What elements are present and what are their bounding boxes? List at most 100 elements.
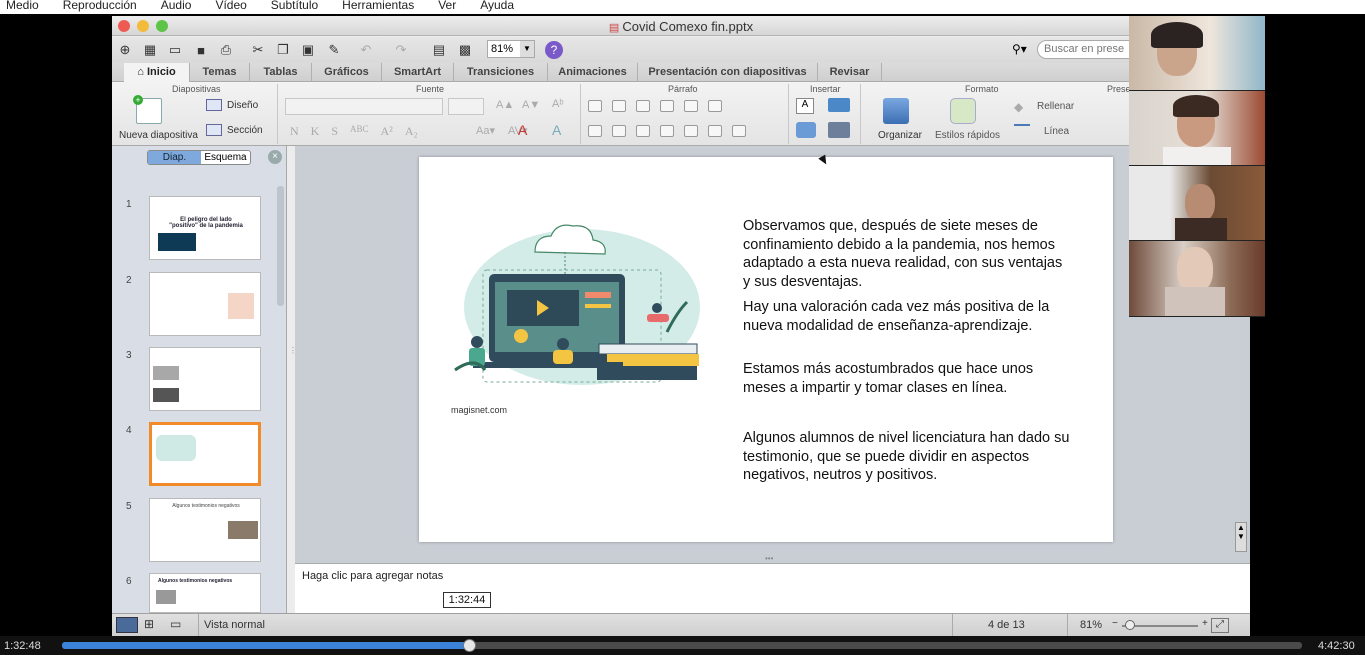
sidebar-icon[interactable]: ▤: [430, 41, 448, 59]
subscript-button[interactable]: A₂: [405, 124, 418, 139]
notes-pane[interactable]: Haga clic para agregar notas: [295, 563, 1250, 613]
participant-video-1[interactable]: [1129, 16, 1265, 91]
new-slide-button[interactable]: Nueva diapositiva: [119, 130, 198, 141]
new-icon[interactable]: ⊕: [116, 41, 134, 59]
increase-indent-icon[interactable]: [660, 100, 674, 112]
arrange-button[interactable]: Organizar: [878, 130, 922, 141]
align-left-icon[interactable]: [588, 125, 602, 137]
menu-reproduccion[interactable]: Reproducción: [63, 0, 137, 14]
fit-window-icon[interactable]: ⤢: [1211, 618, 1229, 633]
format-painter-icon[interactable]: ✎: [325, 41, 343, 59]
search-icon[interactable]: ⚲▾: [1012, 42, 1027, 56]
align-center-icon[interactable]: [612, 125, 626, 137]
line-spacing-icon[interactable]: [684, 100, 698, 112]
menu-video[interactable]: Vídeo: [215, 0, 246, 14]
tab-revisar[interactable]: Revisar: [818, 63, 882, 82]
menu-ver[interactable]: Ver: [438, 0, 456, 14]
tab-tablas[interactable]: Tablas: [250, 63, 312, 82]
print-icon[interactable]: ⎙: [217, 41, 235, 59]
italic-button[interactable]: K: [311, 124, 320, 139]
columns-icon[interactable]: [708, 100, 722, 112]
media-icon[interactable]: [828, 122, 850, 138]
help-icon[interactable]: ?: [545, 41, 563, 59]
new-slide-icon[interactable]: +: [133, 95, 162, 124]
gallery-icon[interactable]: ▦: [141, 41, 159, 59]
picture-icon[interactable]: [828, 98, 850, 112]
underline-button[interactable]: S: [331, 124, 338, 139]
bold-button[interactable]: N: [290, 124, 299, 139]
text-direction-icon[interactable]: [708, 125, 722, 137]
menu-audio[interactable]: Audio: [161, 0, 192, 14]
close-panel-icon[interactable]: ×: [268, 150, 282, 164]
grow-font-icon[interactable]: A▲: [496, 99, 514, 111]
layout-button[interactable]: Diseño: [227, 100, 258, 111]
tab-outline-view[interactable]: Esquema: [201, 151, 250, 164]
line-button[interactable]: Línea: [1044, 126, 1069, 137]
slide-thumbnail-4[interactable]: [149, 422, 261, 486]
slide-thumbnail-5[interactable]: Algunos testimonios negativos: [149, 498, 261, 562]
shape-icon[interactable]: [796, 122, 816, 138]
slide-thumbnail-1[interactable]: El peligro del lado "positivo" de la pan…: [149, 196, 261, 260]
copy-icon[interactable]: ❐: [274, 41, 292, 59]
slideshow-view-icon[interactable]: ▭: [170, 617, 181, 631]
tab-slides-view[interactable]: Diap.: [148, 151, 201, 164]
open-icon[interactable]: ▭: [166, 41, 184, 59]
font-family-select[interactable]: [285, 98, 443, 115]
zoom-out-icon[interactable]: −: [1112, 618, 1118, 629]
menu-ayuda[interactable]: Ayuda: [480, 0, 514, 14]
menu-herramientas[interactable]: Herramientas: [342, 0, 414, 14]
slide-canvas[interactable]: magisnet.com Observamos que, después de …: [419, 157, 1113, 542]
text-effects-icon[interactable]: A: [552, 122, 561, 138]
tab-animaciones[interactable]: Animaciones: [548, 63, 638, 82]
section-button[interactable]: Sección: [227, 125, 263, 136]
numbering-icon[interactable]: [612, 100, 626, 112]
normal-view-icon[interactable]: [116, 617, 138, 633]
slide-thumbnail-6[interactable]: Algunos testimonios negativos: [149, 573, 261, 613]
bullets-icon[interactable]: [588, 100, 602, 112]
superscript-button[interactable]: A²: [381, 124, 393, 139]
paste-icon[interactable]: ▣: [299, 41, 317, 59]
distribute-icon[interactable]: [684, 125, 698, 137]
font-size-select[interactable]: [448, 98, 484, 115]
clear-format-icon[interactable]: Aᵇ: [552, 98, 564, 110]
seek-bar[interactable]: [62, 639, 1302, 652]
decrease-indent-icon[interactable]: [636, 100, 650, 112]
slide-thumbnail-3[interactable]: [149, 347, 261, 411]
cut-icon[interactable]: ✂: [249, 41, 267, 59]
panel-scrollbar[interactable]: [277, 186, 284, 306]
tab-smartart[interactable]: SmartArt: [382, 63, 454, 82]
text-box-icon[interactable]: A: [796, 98, 814, 114]
strikethrough-button[interactable]: ABC: [350, 124, 369, 139]
tab-presentacion[interactable]: Presentación con diapositivas: [638, 63, 818, 82]
undo-icon[interactable]: ↶: [357, 41, 375, 59]
change-case-icon[interactable]: Aa▾: [476, 124, 495, 137]
text-color-icon[interactable]: A: [518, 122, 527, 138]
redo-icon[interactable]: ↷: [392, 41, 410, 59]
align-right-icon[interactable]: [636, 125, 650, 137]
panel-splitter-handle[interactable]: ⋮: [289, 346, 297, 355]
tab-transiciones[interactable]: Transiciones: [454, 63, 548, 82]
save-icon[interactable]: ■: [192, 41, 210, 59]
menu-subtitulo[interactable]: Subtítulo: [271, 0, 318, 14]
arrange-icon[interactable]: [883, 98, 909, 124]
zoom-select[interactable]: 81% ▼: [487, 40, 535, 58]
zoom-in-icon[interactable]: +: [1202, 618, 1208, 629]
notes-placeholder[interactable]: Haga clic para agregar notas: [302, 570, 443, 582]
slideshow-icon[interactable]: ▩: [456, 41, 474, 59]
tab-inicio[interactable]: ⌂ Inicio: [124, 63, 190, 82]
quick-styles-button[interactable]: Estilos rápidos: [935, 130, 1000, 141]
participant-video-3[interactable]: [1129, 166, 1265, 241]
participant-video-2[interactable]: [1129, 91, 1265, 166]
shrink-font-icon[interactable]: A▼: [522, 99, 540, 111]
tab-temas[interactable]: Temas: [190, 63, 250, 82]
participant-video-4[interactable]: [1129, 241, 1265, 317]
fill-button[interactable]: Rellenar: [1037, 101, 1074, 112]
menu-medio[interactable]: Medio: [6, 0, 39, 14]
splitter-handle[interactable]: •••: [765, 554, 773, 563]
justify-icon[interactable]: [660, 125, 674, 137]
quick-styles-icon[interactable]: [950, 98, 976, 124]
zoom-slider-thumb[interactable]: [1125, 620, 1135, 630]
seek-bar-thumb[interactable]: [462, 639, 476, 652]
tab-graficos[interactable]: Gráficos: [312, 63, 382, 82]
sorter-view-icon[interactable]: ⊞: [144, 617, 154, 631]
